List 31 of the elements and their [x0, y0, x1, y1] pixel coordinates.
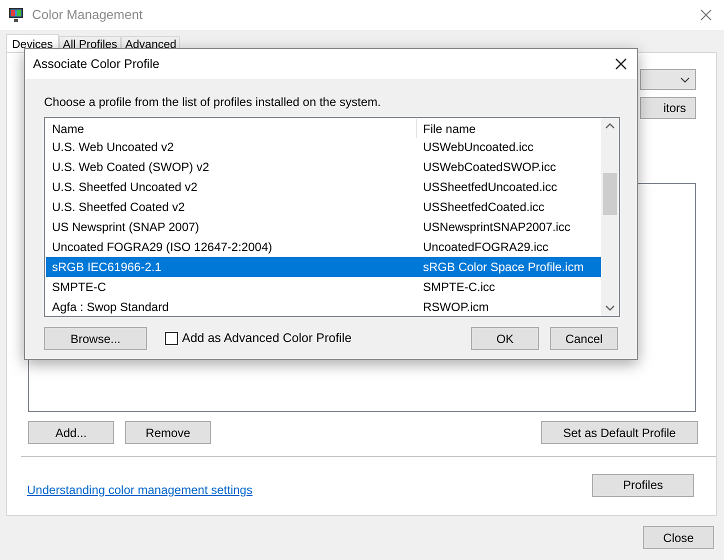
list-row[interactable]: Uncoated FOGRA29 (ISO 12647-2:2004) UncoatedFOGRA29.icc: [46, 237, 601, 257]
list-row[interactable]: US Newsprint (SNAP 2007) USNewsprintSNAP2007.icc: [46, 217, 601, 237]
browse-button[interactable]: Browse...: [44, 327, 147, 350]
instruction-text: Choose a profile from the list of profiles installed on the system.: [44, 94, 382, 111]
scrollbar[interactable]: [601, 118, 619, 316]
monitor-icon: [8, 7, 24, 23]
ok-button[interactable]: OK: [471, 327, 539, 350]
list-row[interactable]: U.S. Web Uncoated v2 USWebUncoated.icc: [46, 137, 601, 157]
cancel-button[interactable]: Cancel: [550, 327, 618, 350]
close-icon[interactable]: [615, 58, 627, 70]
column-header[interactable]: Name: [46, 119, 417, 138]
scroll-thumb[interactable]: [603, 173, 617, 215]
add-button[interactable]: Add...: [28, 421, 114, 444]
list-row[interactable]: Agfa : Swop Standard RSWOP.icm: [46, 297, 601, 315]
checkbox-label[interactable]: Add as Advanced Color Profile: [182, 329, 352, 348]
list-row[interactable]: SMPTE-C SMPTE-C.icc: [46, 277, 601, 297]
window-title: Color Management: [32, 6, 143, 24]
set-default-button[interactable]: Set as Default Profile: [541, 421, 698, 444]
list-row[interactable]: U.S. Web Coated (SWOP) v2 USWebCoatedSWOP.icc: [46, 157, 601, 177]
help-link[interactable]: Understanding color management settings: [27, 481, 252, 499]
remove-button[interactable]: Remove: [125, 421, 211, 444]
caret-icon: [680, 76, 690, 82]
profiles-button[interactable]: Profiles: [592, 474, 694, 496]
list-row[interactable]: U.S. Sheetfed Uncoated v2 USSheetfedUncoated.icc: [46, 177, 601, 197]
close-button[interactable]: Close: [643, 526, 714, 549]
checkbox[interactable]: [165, 332, 178, 345]
list-row[interactable]: U.S. Sheetfed Coated v2 USSheetfedCoated.icc: [46, 197, 601, 217]
list-row[interactable]: sRGB IEC61966-2.1 sRGB Color Space Profile.icm: [46, 257, 601, 277]
column-header[interactable]: File name: [417, 119, 601, 138]
dialog-title: Associate Color Profile: [33, 56, 160, 73]
monitors-button[interactable]: itors: [640, 97, 696, 119]
